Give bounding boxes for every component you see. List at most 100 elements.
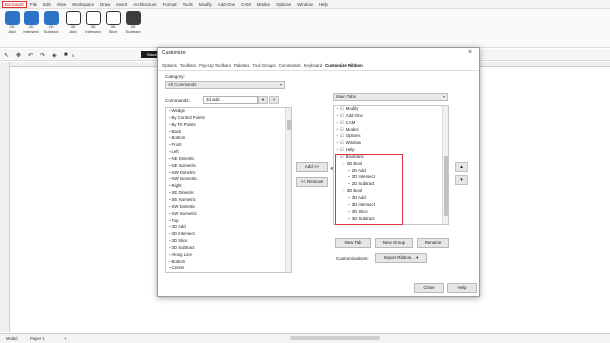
list-item[interactable]: ▪SW Dimetric: [166, 204, 291, 211]
tab-toolbars[interactable]: Toolbars: [180, 63, 196, 68]
menu-architecture[interactable]: Architecture: [130, 2, 159, 7]
render-icon[interactable]: ◈: [52, 52, 57, 59]
tree-item[interactable]: + ☑ Options: [334, 133, 448, 140]
menu-help[interactable]: Help: [316, 2, 331, 7]
tab-paper-1[interactable]: Paper 1: [30, 336, 45, 341]
ribbon-button-subtract-3d[interactable]: 3D Subtract: [124, 11, 142, 34]
tab-model[interactable]: Model: [6, 336, 17, 341]
commands-scrollbar[interactable]: [285, 108, 291, 272]
tree-item[interactable]: + ☑ Modes: [334, 127, 448, 134]
category-select[interactable]: All Commands ▾: [165, 81, 285, 89]
list-item[interactable]: ▪By Fit Points: [166, 122, 291, 129]
tree-toggle-icon[interactable]: + ☑: [336, 106, 345, 111]
ribbon-button-add-3d[interactable]: 3D Add: [64, 11, 82, 34]
tree-item[interactable]: + ☑ Help: [334, 147, 448, 154]
menu-file[interactable]: File: [27, 2, 40, 7]
list-item[interactable]: ▪SE Isometric: [166, 197, 291, 204]
tab-commands[interactable]: Commands: [279, 63, 301, 68]
close-icon[interactable]: ×: [468, 49, 472, 56]
tree-toggle-icon[interactable]: + ☑: [336, 120, 345, 125]
ribbon-button-add-2d[interactable]: 2D Add: [3, 11, 21, 34]
search-options-icon[interactable]: ▾: [258, 96, 268, 104]
list-item[interactable]: ▪Left: [166, 149, 291, 156]
redo-icon[interactable]: ↷: [40, 52, 45, 59]
menu-modify[interactable]: Modify: [196, 2, 215, 7]
list-item[interactable]: ▪NW Dimetric: [166, 170, 291, 177]
menu-modes[interactable]: Modes: [254, 2, 273, 7]
tab-options[interactable]: Options: [162, 63, 177, 68]
menu-add-ons[interactable]: Add-Ons: [215, 2, 238, 7]
list-item[interactable]: ▪3D Subtract: [166, 245, 291, 252]
list-item[interactable]: ▪Bottom: [166, 259, 291, 266]
list-item[interactable]: ▪Right: [166, 183, 291, 190]
close-button[interactable]: Close: [414, 283, 444, 293]
menu-tools[interactable]: Tools: [180, 2, 196, 7]
menu-format[interactable]: Format: [160, 2, 180, 7]
menu-view[interactable]: View: [54, 2, 69, 7]
tree-toggle-icon[interactable]: + ☑: [336, 127, 345, 132]
pointer-icon[interactable]: ↖: [4, 52, 9, 59]
tree-item[interactable]: + ☑ CAM: [334, 120, 448, 127]
list-item[interactable]: ▪NW Isometric: [166, 176, 291, 183]
list-item[interactable]: ▪SE Dimetric: [166, 190, 291, 197]
tab-palettes[interactable]: Palettes: [234, 63, 250, 68]
ribbon-button-intersect-3d[interactable]: 3D Intersect: [84, 11, 102, 34]
list-item[interactable]: ▪3D Intersect: [166, 231, 291, 238]
tab-customize-ribbon[interactable]: Customize Ribbon: [325, 63, 363, 68]
tab-tool-groups[interactable]: Tool Groups: [253, 63, 276, 68]
ribbon-button-intersect-2d[interactable]: 2D Intersect: [22, 11, 40, 34]
commands-list[interactable]: ▪Wedge ▪By Control Points ▪By Fit Points ▪B…: [165, 107, 292, 273]
menu-edit[interactable]: Edit: [40, 2, 54, 7]
move-up-icon[interactable]: ▲: [455, 162, 468, 172]
tree-toggle-icon[interactable]: + ☑: [336, 133, 345, 138]
tree-item[interactable]: + ☑ Window: [334, 140, 448, 147]
new-tab-button[interactable]: New Tab: [335, 238, 371, 248]
add-layout-tab-button[interactable]: +: [64, 336, 66, 341]
list-item[interactable]: ▪SW Isometric: [166, 211, 291, 218]
tabs-select[interactable]: Main Tabs ▾: [333, 93, 448, 101]
scroll-thumb[interactable]: [444, 156, 448, 216]
list-item[interactable]: ▪NE Isometric: [166, 163, 291, 170]
menu-insert[interactable]: Insert: [113, 2, 130, 7]
help-button[interactable]: Help: [447, 283, 477, 293]
menu-bonzai3d[interactable]: Bonzai3D: [2, 0, 28, 8]
tree-toggle-icon[interactable]: + ☑: [336, 113, 345, 118]
import-ribbon-button[interactable]: Import Ribbon... ▾: [375, 253, 427, 263]
menu-cam[interactable]: CAM: [238, 2, 254, 7]
list-item[interactable]: ▪Center: [166, 265, 291, 272]
list-item[interactable]: ▪Wedge: [166, 108, 291, 115]
list-item[interactable]: ▪Top: [166, 218, 291, 225]
tab-keyboard[interactable]: Keyboard: [304, 63, 322, 68]
menu-workspace[interactable]: Workspace: [69, 2, 97, 7]
remove-button[interactable]: << Remove: [296, 177, 328, 187]
tree-item[interactable]: + ☑ Add-Ons: [334, 113, 448, 120]
commands-search-input[interactable]: 3d add: [203, 96, 258, 104]
list-item[interactable]: ▪By Control Points: [166, 115, 291, 122]
tree-toggle-icon[interactable]: + ☑: [336, 140, 345, 145]
list-item[interactable]: ▪NE Dimetric: [166, 156, 291, 163]
scroll-thumb[interactable]: [287, 120, 291, 130]
rename-button[interactable]: Rename: [417, 238, 449, 248]
list-item[interactable]: ▪Front: [166, 142, 291, 149]
menu-options[interactable]: Options: [273, 2, 294, 7]
list-item[interactable]: ▪Along Line: [166, 252, 291, 259]
list-item[interactable]: ▪3D Add: [166, 224, 291, 231]
pan-icon[interactable]: ✥: [16, 52, 21, 59]
ribbon-button-slice-3d[interactable]: 3D Slice: [104, 11, 122, 34]
tree-item[interactable]: + ☑ Modify: [334, 106, 448, 113]
move-down-icon[interactable]: ▼: [455, 175, 468, 185]
color-swatch-icon[interactable]: ■: [64, 52, 68, 58]
tree-scrollbar[interactable]: [442, 106, 448, 224]
list-item[interactable]: ▪Back: [166, 129, 291, 136]
search-clear-icon[interactable]: ×: [269, 96, 279, 104]
menu-window[interactable]: Window: [294, 2, 316, 7]
menu-draw[interactable]: Draw: [97, 2, 113, 7]
new-group-button[interactable]: New Group: [375, 238, 413, 248]
tab-pop-up-toolbars[interactable]: Pop-Up Toolbars: [199, 63, 231, 68]
add-button[interactable]: Add >>: [296, 162, 328, 172]
tree-toggle-icon[interactable]: + ☑: [336, 147, 345, 152]
undo-icon[interactable]: ↶: [28, 52, 33, 59]
horizontal-scrollbar[interactable]: [290, 336, 380, 340]
list-item[interactable]: ▪Bottom: [166, 135, 291, 142]
list-item[interactable]: ▪3D Slice: [166, 238, 291, 245]
